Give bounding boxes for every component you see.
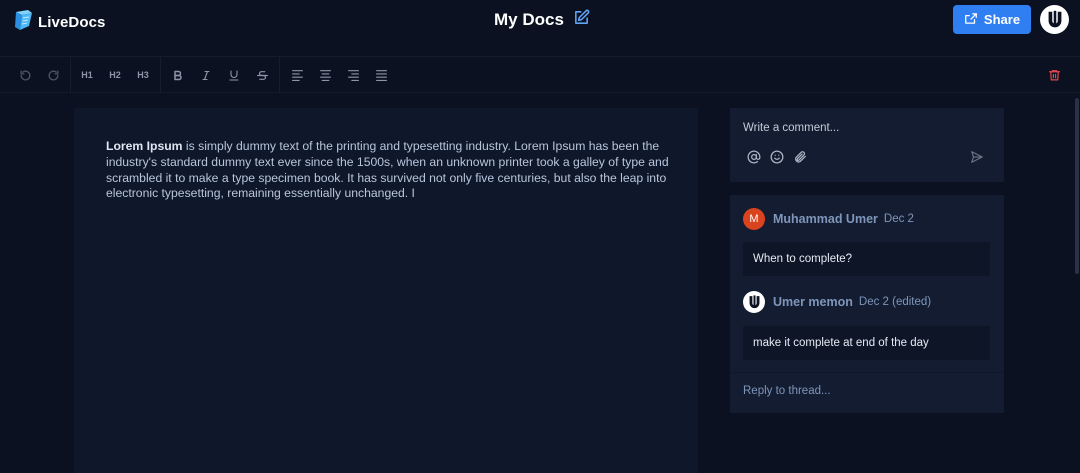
app-logo[interactable]: LiveDocs [14, 9, 106, 36]
user-avatar[interactable] [1040, 5, 1069, 34]
avatar [743, 291, 765, 313]
document-editor[interactable]: Lorem Ipsum is simply dummy text of the … [74, 108, 698, 473]
underline-button[interactable] [223, 65, 245, 85]
paragraph-text: is simply dummy text of the printing and… [106, 139, 669, 201]
comment-author: Umer memon [773, 295, 853, 309]
attachment-icon[interactable] [793, 150, 807, 164]
toolbar-divider [279, 57, 280, 93]
redo-button[interactable] [42, 65, 64, 85]
align-right-button[interactable] [342, 65, 364, 85]
heading3-button[interactable]: H3 [132, 65, 154, 85]
bold-button[interactable] [167, 65, 189, 85]
app-name: LiveDocs [38, 14, 106, 31]
edit-title-icon[interactable] [573, 9, 590, 31]
undo-button[interactable] [14, 65, 36, 85]
reply-input[interactable]: Reply to thread... [743, 385, 831, 397]
thread-divider [730, 372, 1004, 373]
emoji-icon[interactable] [770, 150, 784, 164]
trash-icon [1048, 68, 1061, 82]
app-header: LiveDocs My Docs Share [0, 0, 1080, 40]
comment-date: Dec 2 [883, 213, 914, 225]
comment-thread: M Muhammad Umer Dec 2 When to complete? … [730, 195, 1004, 413]
mention-icon[interactable] [747, 150, 761, 164]
document-paragraph[interactable]: Lorem Ipsum is simply dummy text of the … [106, 139, 676, 202]
italic-button[interactable] [195, 65, 217, 85]
comment-text: When to complete? [743, 242, 990, 276]
align-center-button[interactable] [314, 65, 336, 85]
share-label: Share [983, 12, 1021, 27]
share-icon [964, 12, 978, 28]
comment-author: Muhammad Umer [773, 212, 878, 226]
comment-text: make it complete at end of the day [743, 326, 990, 360]
heading2-button[interactable]: H2 [104, 65, 126, 85]
delete-document-button[interactable] [1043, 65, 1065, 85]
send-icon[interactable] [970, 150, 984, 164]
page-scrollbar[interactable] [1075, 98, 1079, 274]
align-left-button[interactable] [286, 65, 308, 85]
document-title[interactable]: My Docs [494, 10, 564, 30]
comment-composer: Write a comment... [730, 108, 1004, 182]
toolbar-divider [70, 57, 71, 93]
align-justify-button[interactable] [370, 65, 392, 85]
toolbar-divider [160, 57, 161, 93]
strikethrough-button[interactable] [251, 65, 273, 85]
share-button[interactable]: Share [953, 5, 1031, 34]
comment-input[interactable]: Write a comment... [743, 122, 839, 134]
comment-header: Umer memon Dec 2 (edited) [743, 291, 931, 313]
comment-date: Dec 2 (edited) [858, 296, 932, 308]
heading1-button[interactable]: H1 [76, 65, 98, 85]
livedocs-logo-icon [14, 9, 34, 36]
formatting-toolbar: H1 H2 H3 [0, 56, 1080, 93]
bold-text: Lorem Ipsum [106, 139, 183, 153]
avatar: M [743, 208, 765, 230]
document-title-area: My Docs [494, 9, 590, 31]
comment-header: M Muhammad Umer Dec 2 [743, 208, 914, 230]
